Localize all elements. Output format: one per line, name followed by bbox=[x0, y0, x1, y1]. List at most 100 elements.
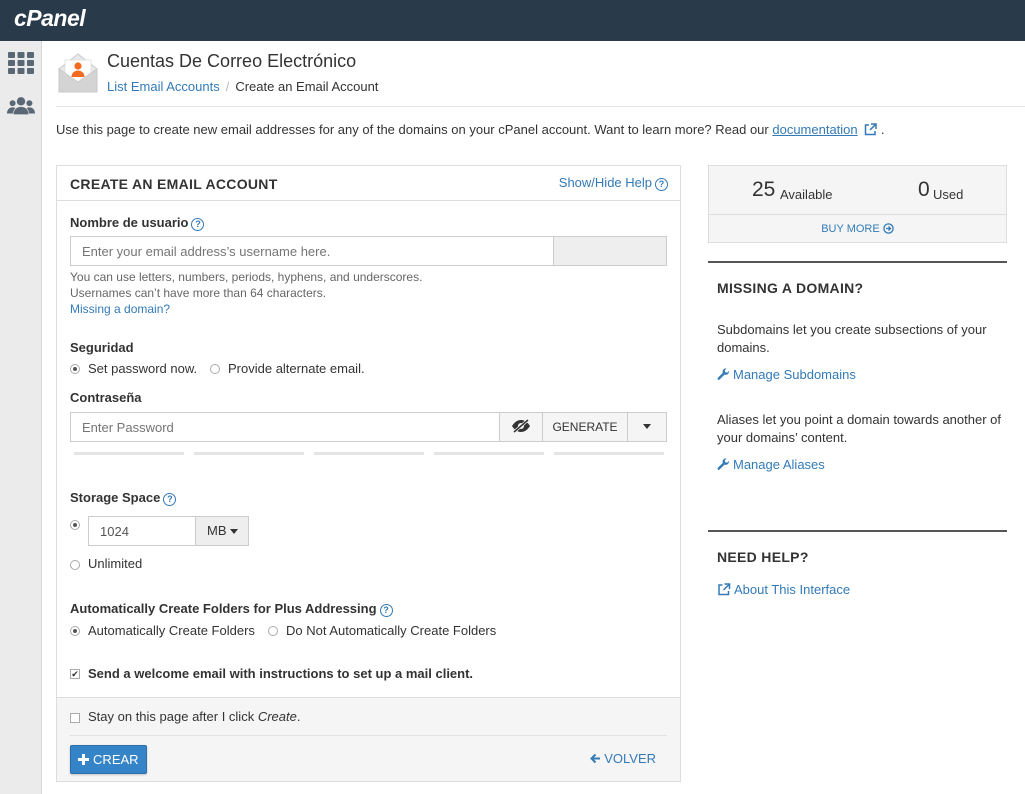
wrench-icon bbox=[717, 458, 730, 470]
available-label: Available bbox=[780, 187, 833, 202]
storage-unlimited-radio[interactable] bbox=[70, 560, 80, 570]
panel-footer: Stay on this page after I click Create. … bbox=[57, 697, 680, 781]
need-help-divider bbox=[708, 530, 1007, 532]
manage-aliases-link[interactable]: Manage Aliases bbox=[717, 457, 825, 472]
arrow-left-icon bbox=[589, 753, 600, 764]
caret-down-icon bbox=[643, 424, 651, 429]
external-link-icon[interactable] bbox=[864, 123, 878, 136]
storage-unit-label: MB bbox=[207, 523, 227, 538]
plus-addressing-help-icon[interactable]: ? bbox=[379, 604, 393, 617]
stay-on-page-checkbox[interactable] bbox=[70, 713, 80, 723]
header-divider bbox=[56, 106, 1025, 107]
email-stats-box: 25 Available 0 Used BUY MORE bbox=[708, 165, 1007, 243]
storage-quota-input[interactable] bbox=[88, 516, 196, 546]
create-email-panel: CREATE AN EMAIL ACCOUNT Show/Hide Help? … bbox=[56, 165, 681, 782]
storage-unlimited-label[interactable]: Unlimited bbox=[88, 556, 142, 571]
manage-aliases-label: Manage Aliases bbox=[733, 457, 825, 472]
username-help-icon[interactable]: ? bbox=[191, 218, 205, 231]
set-password-radio[interactable] bbox=[70, 364, 80, 374]
strength-meter-segment-2 bbox=[194, 452, 304, 455]
users-group-icon[interactable] bbox=[7, 94, 35, 118]
alternate-email-label[interactable]: Provide alternate email. bbox=[228, 361, 365, 376]
breadcrumb-current: Create an Email Account bbox=[235, 79, 379, 94]
generate-options-dropdown[interactable] bbox=[627, 412, 667, 442]
plus-icon bbox=[78, 754, 90, 765]
breadcrumb: List Email Accounts / Create an Email Acco… bbox=[107, 79, 378, 94]
email-accounts-icon bbox=[58, 53, 98, 93]
need-help-title: NEED HELP? bbox=[717, 549, 809, 565]
strength-meter-segment-4 bbox=[434, 452, 544, 455]
available-count: 25 bbox=[752, 178, 776, 201]
documentation-link[interactable]: documentation bbox=[772, 122, 857, 137]
set-password-label[interactable]: Set password now. bbox=[88, 361, 197, 376]
storage-label: Storage Space bbox=[70, 490, 161, 505]
question-circle-icon: ? bbox=[655, 178, 668, 191]
arrow-circle-right-icon bbox=[883, 223, 894, 234]
strength-meter-segment-3 bbox=[314, 452, 424, 455]
no-auto-create-folders-label[interactable]: Do Not Automatically Create Folders bbox=[286, 623, 496, 638]
buy-more-link[interactable]: BUY MORE bbox=[709, 223, 1006, 235]
security-label: Seguridad bbox=[70, 340, 134, 355]
username-input[interactable] bbox=[70, 236, 554, 266]
stay-on-page-prefix: Stay on this page after I click bbox=[88, 709, 258, 724]
breadcrumb-separator: / bbox=[225, 79, 230, 94]
username-hint-1: You can use letters, numbers, periods, h… bbox=[70, 270, 423, 284]
footer-divider bbox=[70, 735, 667, 736]
welcome-email-label[interactable]: Send a welcome email with instructions t… bbox=[88, 666, 473, 681]
missing-domain-link[interactable]: Missing a domain? bbox=[70, 301, 170, 317]
storage-help-icon[interactable]: ? bbox=[163, 493, 177, 506]
page-title: Cuentas De Correo Electrónico bbox=[107, 51, 357, 71]
toggle-password-visibility-button[interactable] bbox=[499, 412, 543, 442]
about-interface-label: About This Interface bbox=[734, 582, 851, 597]
create-button[interactable]: CREAR bbox=[70, 745, 147, 774]
missing-domain-title: MISSING A DOMAIN? bbox=[717, 280, 864, 296]
used-label: Used bbox=[933, 187, 964, 202]
missing-domain-divider bbox=[708, 261, 1007, 263]
plus-addressing-label-row: Automatically Create Folders for Plus Ad… bbox=[70, 601, 393, 617]
storage-label-row: Storage Space? bbox=[70, 490, 177, 506]
intro-text: Use this page to create new email addres… bbox=[56, 122, 885, 137]
domain-select[interactable] bbox=[553, 236, 667, 266]
storage-unit-dropdown[interactable]: MB bbox=[195, 516, 249, 546]
username-label-row: Nombre de usuario? bbox=[70, 215, 205, 231]
used-count: 0 bbox=[918, 178, 930, 201]
strength-meter-segment-5 bbox=[554, 452, 664, 455]
breadcrumb-list-email-accounts[interactable]: List Email Accounts bbox=[107, 79, 220, 94]
back-button-label: VOLVER bbox=[604, 751, 656, 766]
show-hide-help-link[interactable]: Show/Hide Help? bbox=[559, 175, 668, 191]
cpanel-logo[interactable]: cPanel bbox=[14, 5, 86, 32]
username-label: Nombre de usuario bbox=[70, 215, 189, 230]
about-interface-link[interactable]: About This Interface bbox=[717, 582, 850, 597]
stay-on-page-label[interactable]: Stay on this page after I click Create. bbox=[88, 709, 300, 724]
external-link-icon bbox=[718, 583, 731, 596]
auto-create-folders-radio[interactable] bbox=[70, 626, 80, 636]
auto-create-folders-label[interactable]: Automatically Create Folders bbox=[88, 623, 255, 638]
main-content: Cuentas De Correo Electrónico List Email… bbox=[42, 41, 1025, 794]
username-hint-2: Usernames can’t have more than 64 charac… bbox=[70, 286, 327, 300]
password-label: Contraseña bbox=[70, 390, 142, 405]
welcome-email-checkbox[interactable]: ✔ bbox=[70, 669, 80, 679]
buy-more-label: BUY MORE bbox=[821, 223, 880, 235]
wrench-icon bbox=[717, 368, 730, 380]
stats-divider bbox=[709, 214, 1006, 215]
storage-quota-radio[interactable] bbox=[70, 520, 80, 530]
manage-subdomains-link[interactable]: Manage Subdomains bbox=[717, 367, 856, 382]
intro-body: Use this page to create new email addres… bbox=[56, 122, 773, 137]
manage-subdomains-label: Manage Subdomains bbox=[733, 367, 856, 382]
show-hide-help-label: Show/Hide Help bbox=[558, 175, 652, 190]
sidebar bbox=[0, 41, 42, 794]
stay-on-page-emph: Create bbox=[257, 709, 297, 724]
alternate-email-radio[interactable] bbox=[210, 364, 220, 374]
panel-title: CREATE AN EMAIL ACCOUNT bbox=[70, 176, 278, 192]
unit-caret-down-icon bbox=[230, 529, 239, 534]
no-auto-create-folders-radio[interactable] bbox=[268, 626, 278, 636]
create-button-label: CREAR bbox=[93, 752, 139, 767]
top-bar: cPanel bbox=[0, 0, 1025, 41]
subdomains-description: Subdomains let you create subsections of… bbox=[717, 322, 987, 355]
password-input[interactable] bbox=[70, 412, 500, 442]
generate-password-button[interactable]: GENERATE bbox=[542, 412, 628, 442]
apps-grid-icon[interactable] bbox=[7, 51, 35, 75]
panel-header: CREATE AN EMAIL ACCOUNT Show/Hide Help? bbox=[57, 166, 680, 201]
aliases-description: Aliases let you point a domain towards a… bbox=[717, 412, 1002, 445]
back-button[interactable]: VOLVER bbox=[589, 751, 656, 766]
